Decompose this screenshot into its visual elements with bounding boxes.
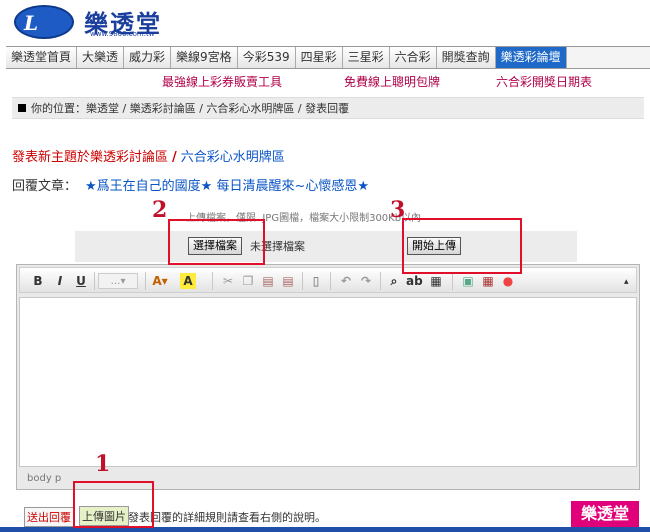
nav-item-3star[interactable]: 三星彩 bbox=[342, 47, 390, 68]
annotation-box-3 bbox=[402, 218, 522, 274]
cut-icon[interactable]: ✂ bbox=[220, 273, 236, 289]
submit-reply-button[interactable]: 送出回覆 bbox=[24, 507, 74, 527]
breadcrumb: 你的位置：樂透堂 / 樂透彩討論區 / 六合彩心水明牌區 / 發表回覆 bbox=[12, 97, 644, 119]
text-color-icon[interactable]: A▾ bbox=[152, 273, 168, 289]
collapse-toolbar-icon[interactable]: ▴ bbox=[624, 278, 632, 287]
nav-item-home[interactable]: 樂透堂首頁 bbox=[6, 47, 78, 68]
breadcrumb-text[interactable]: 你的位置：樂透堂 / 樂透彩討論區 / 六合彩心水明牌區 / 發表回覆 bbox=[31, 100, 349, 116]
editor-content-area[interactable] bbox=[19, 297, 637, 467]
promo-link-draw-calendar[interactable]: 六合彩開獎日期表 bbox=[496, 73, 592, 90]
brand-badge: 樂透堂 bbox=[571, 501, 639, 527]
annotation-box-1 bbox=[73, 481, 154, 528]
image-icon[interactable]: ▣ bbox=[460, 273, 476, 289]
smiley-icon[interactable]: ● bbox=[500, 273, 516, 289]
nav-item-539[interactable]: 今彩539 bbox=[237, 47, 296, 68]
annotation-number-3: 3 bbox=[390, 197, 406, 223]
logo-url-text: www.9800.com.tw bbox=[90, 30, 155, 38]
annotation-box-2 bbox=[168, 219, 265, 265]
nav-item-lotto[interactable]: 大樂透 bbox=[77, 47, 125, 68]
nav-item-power[interactable]: 威力彩 bbox=[124, 47, 172, 68]
main-nav: 樂透堂首頁 大樂透 威力彩 樂線9宮格 今彩539 四星彩 三星彩 六合彩 開獎… bbox=[6, 46, 650, 69]
bg-color-icon[interactable]: A bbox=[180, 273, 196, 289]
paste-icon[interactable]: ▤ bbox=[260, 273, 276, 289]
underline-icon[interactable]: U bbox=[73, 273, 89, 289]
nav-item-grid[interactable]: 樂線9宮格 bbox=[171, 47, 238, 68]
topic-forum-link[interactable]: 發表新主題於樂透彩討論區 bbox=[12, 150, 168, 165]
select-all-icon[interactable]: ▦ bbox=[428, 273, 444, 289]
annotation-number-2: 2 bbox=[152, 197, 168, 223]
paste-text-icon[interactable]: ▤ bbox=[280, 273, 296, 289]
topic-heading: 發表新主題於樂透彩討論區 / 六合彩心水明牌區 bbox=[12, 146, 285, 165]
editor-toolbar: B I U …▾ A▾ A ✂ ❐ ▤ ▤ ▯ ↶ ↷ ⌕ ab ▦ ▣ ▦ ●… bbox=[19, 267, 637, 293]
nav-item-forum[interactable]: 樂透彩論壇 bbox=[495, 47, 567, 68]
reply-heading: 回覆文章： ★爲王在自己的國度★ 每日清晨醒來~心懷感恩★ bbox=[12, 175, 369, 194]
find-icon[interactable]: ⌕ bbox=[386, 273, 402, 289]
undo-icon[interactable]: ↶ bbox=[338, 273, 354, 289]
site-logo[interactable]: L 樂透堂 www.9800.com.tw bbox=[14, 3, 184, 41]
bold-icon[interactable]: B bbox=[30, 273, 46, 289]
nav-item-marksix[interactable]: 六合彩 bbox=[389, 47, 437, 68]
font-size-dropdown[interactable]: …▾ bbox=[98, 273, 138, 289]
topic-separator: / bbox=[172, 150, 177, 165]
promo-link-sales-tool[interactable]: 最強線上彩券販賣工具 bbox=[162, 73, 282, 90]
nav-item-4star[interactable]: 四星彩 bbox=[295, 47, 343, 68]
copy-icon[interactable]: ❐ bbox=[240, 273, 256, 289]
logo-mark-icon: L bbox=[14, 5, 74, 39]
breadcrumb-square-icon bbox=[18, 104, 26, 112]
promo-link-smart-pack[interactable]: 免費線上聰明包牌 bbox=[344, 73, 440, 90]
nav-item-results[interactable]: 開獎查詢 bbox=[436, 47, 496, 68]
reply-title: ★爲王在自己的國度★ 每日清晨醒來~心懷感恩★ bbox=[85, 179, 370, 194]
reply-label: 回覆文章： bbox=[12, 179, 78, 194]
table-icon[interactable]: ▦ bbox=[480, 273, 496, 289]
italic-icon[interactable]: I bbox=[52, 273, 68, 289]
preview-icon[interactable]: ▯ bbox=[308, 273, 324, 289]
help-text: 發表回覆的詳細規則請查看右側的說明。 bbox=[128, 511, 326, 524]
replace-icon[interactable]: ab bbox=[406, 273, 423, 289]
topic-board-link[interactable]: 六合彩心水明牌區 bbox=[181, 150, 285, 165]
annotation-number-1: 1 bbox=[95, 451, 111, 477]
redo-icon[interactable]: ↷ bbox=[358, 273, 374, 289]
